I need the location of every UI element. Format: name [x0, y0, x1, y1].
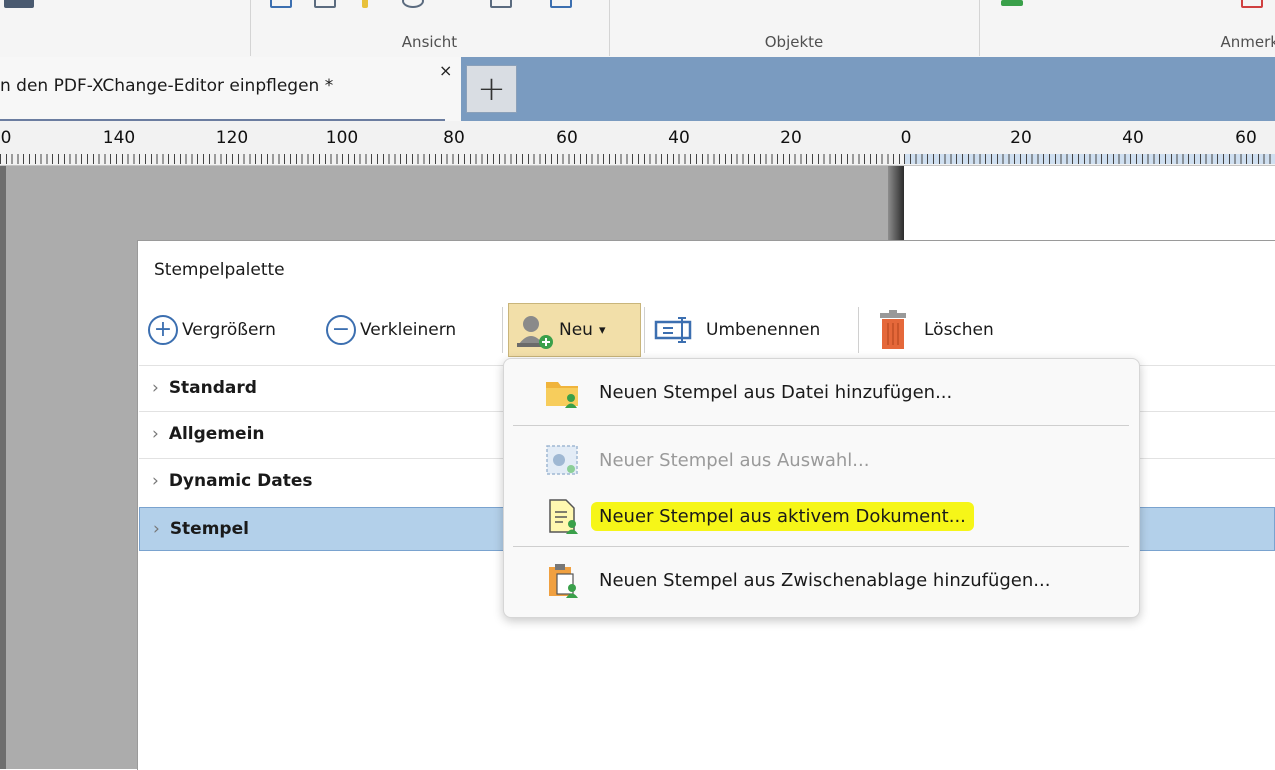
- page-shadow: [888, 166, 904, 241]
- ruler-label: 20: [780, 128, 802, 148]
- ruler-label: 120: [215, 128, 249, 148]
- document-user-icon: [549, 499, 578, 534]
- image-selection-icon: [546, 445, 578, 475]
- menu-item-from-file[interactable]: Neuen Stempel aus Datei hinzufügen...: [504, 369, 1139, 415]
- category-label: Dynamic Dates: [168, 471, 313, 491]
- highlight-icon[interactable]: [362, 0, 368, 8]
- ribbon-section-objekte: Objekte: [609, 0, 980, 56]
- folder-user-icon: [546, 382, 578, 408]
- ribbon-label-ansicht: Ansicht: [401, 33, 458, 51]
- ruler-ticks: [0, 154, 903, 164]
- plus-circle-icon: +: [148, 315, 178, 345]
- toolbar-separator: [644, 307, 645, 353]
- menu-separator: [513, 546, 1129, 547]
- shrink-label: Verkleinern: [360, 320, 457, 340]
- rename-label: Umbenennen: [706, 320, 821, 340]
- trash-icon: [880, 310, 906, 349]
- menu-separator: [513, 425, 1129, 426]
- clipboard-user-icon: [549, 564, 578, 598]
- close-icon[interactable]: ×: [439, 63, 452, 79]
- palette-title: Stempelpalette: [154, 260, 285, 280]
- markup-icon[interactable]: [1241, 0, 1263, 8]
- document-tab[interactable]: n den PDF-XChange-Editor einpflegen * ×: [0, 57, 461, 121]
- ruler-label: 40: [1122, 128, 1144, 148]
- ribbon-section-anmerkungen: Anmerk: [979, 0, 1275, 56]
- new-stamp-menu: Neuen Stempel aus Datei hinzufügen... Ne…: [503, 358, 1140, 618]
- ruler-label: 80: [443, 128, 465, 148]
- ruler-label: 0: [900, 128, 912, 148]
- menu-item-label: Neuen Stempel aus Datei hinzufügen...: [599, 381, 953, 403]
- palette-toolbar: + Vergrößern − Verkleinern Neu ▾ Umbenen…: [138, 299, 1275, 361]
- menu-item-label: Neuen Stempel aus Zwischenablage hinzufü…: [599, 569, 1051, 591]
- category-label: Allgemein: [168, 424, 265, 444]
- zoom-icon[interactable]: [402, 0, 424, 8]
- enlarge-button[interactable]: + Vergrößern: [148, 303, 276, 357]
- toolbar-separator: [858, 307, 859, 353]
- ribbon-label-anmerkungen: Anmerk: [1220, 33, 1275, 51]
- frame-icon[interactable]: [490, 0, 512, 8]
- canvas-left-edge: [0, 166, 6, 769]
- new-stamp-icon: [517, 316, 553, 349]
- ribbon-section-left: [0, 0, 251, 56]
- menu-item-label: Neuer Stempel aus Auswahl...: [599, 449, 870, 471]
- enlarge-label: Vergrößern: [182, 320, 276, 340]
- chevron-down-icon: ▾: [598, 322, 606, 338]
- ruler-label: 140: [102, 128, 136, 148]
- rename-icon: [654, 317, 692, 343]
- menu-item-from-selection[interactable]: Neuer Stempel aus Auswahl...: [504, 437, 1139, 483]
- menu-item-label: Neuer Stempel aus aktivem Dokument...: [591, 501, 974, 531]
- ruler-label: 20: [1010, 128, 1032, 148]
- ruler-label: 60: [1235, 128, 1257, 148]
- document-tab-title: n den PDF-XChange-Editor einpflegen *: [0, 76, 334, 96]
- ribbon: Ansicht Objekte Anmerk: [0, 0, 1275, 58]
- toolbar-separator: [502, 307, 503, 353]
- ribbon-icon-partial[interactable]: [4, 0, 34, 8]
- new-tab-button[interactable]: +: [466, 65, 517, 113]
- chevron-right-icon: ›: [152, 424, 159, 444]
- ribbon-section-ansicht: Ansicht: [250, 0, 610, 56]
- menu-item-from-clipboard[interactable]: Neuen Stempel aus Zwischenablage hinzufü…: [504, 557, 1139, 603]
- shrink-button[interactable]: − Verkleinern: [326, 303, 456, 357]
- document-page[interactable]: [905, 166, 1275, 241]
- category-label: Stempel: [169, 519, 249, 539]
- menu-item-from-active-document[interactable]: Neuer Stempel aus aktivem Dokument...: [504, 493, 1139, 539]
- document-tab-strip: n den PDF-XChange-Editor einpflegen * × …: [0, 57, 1275, 121]
- chevron-right-icon: ›: [152, 378, 159, 398]
- horizontal-ruler: 0 140 120 100 80 60 40 20 0 20 40 60: [0, 121, 1275, 166]
- delete-button[interactable]: Löschen: [874, 303, 994, 357]
- text-highlight: Neuer Stempel aus aktivem Dokument...: [591, 501, 974, 531]
- delete-label: Löschen: [924, 320, 994, 340]
- ruler-ticks-page: [904, 154, 1275, 164]
- minus-circle-icon: −: [326, 315, 356, 345]
- chevron-right-icon: ›: [153, 519, 160, 539]
- page-icon[interactable]: [314, 0, 336, 8]
- chevron-right-icon: ›: [152, 471, 159, 491]
- new-button[interactable]: Neu ▾: [508, 303, 641, 357]
- ruler-label: 40: [668, 128, 690, 148]
- rename-button[interactable]: Umbenennen: [654, 303, 820, 357]
- ruler-label: 100: [325, 128, 359, 148]
- settings-icon[interactable]: [550, 0, 572, 8]
- comment-icon[interactable]: [1001, 0, 1023, 6]
- new-label: Neu: [559, 320, 593, 340]
- ribbon-label-objekte: Objekte: [764, 33, 824, 51]
- ruler-label: 60: [556, 128, 578, 148]
- ruler-label: 0: [0, 128, 12, 148]
- view-icon[interactable]: [270, 0, 292, 8]
- category-label: Standard: [168, 378, 257, 398]
